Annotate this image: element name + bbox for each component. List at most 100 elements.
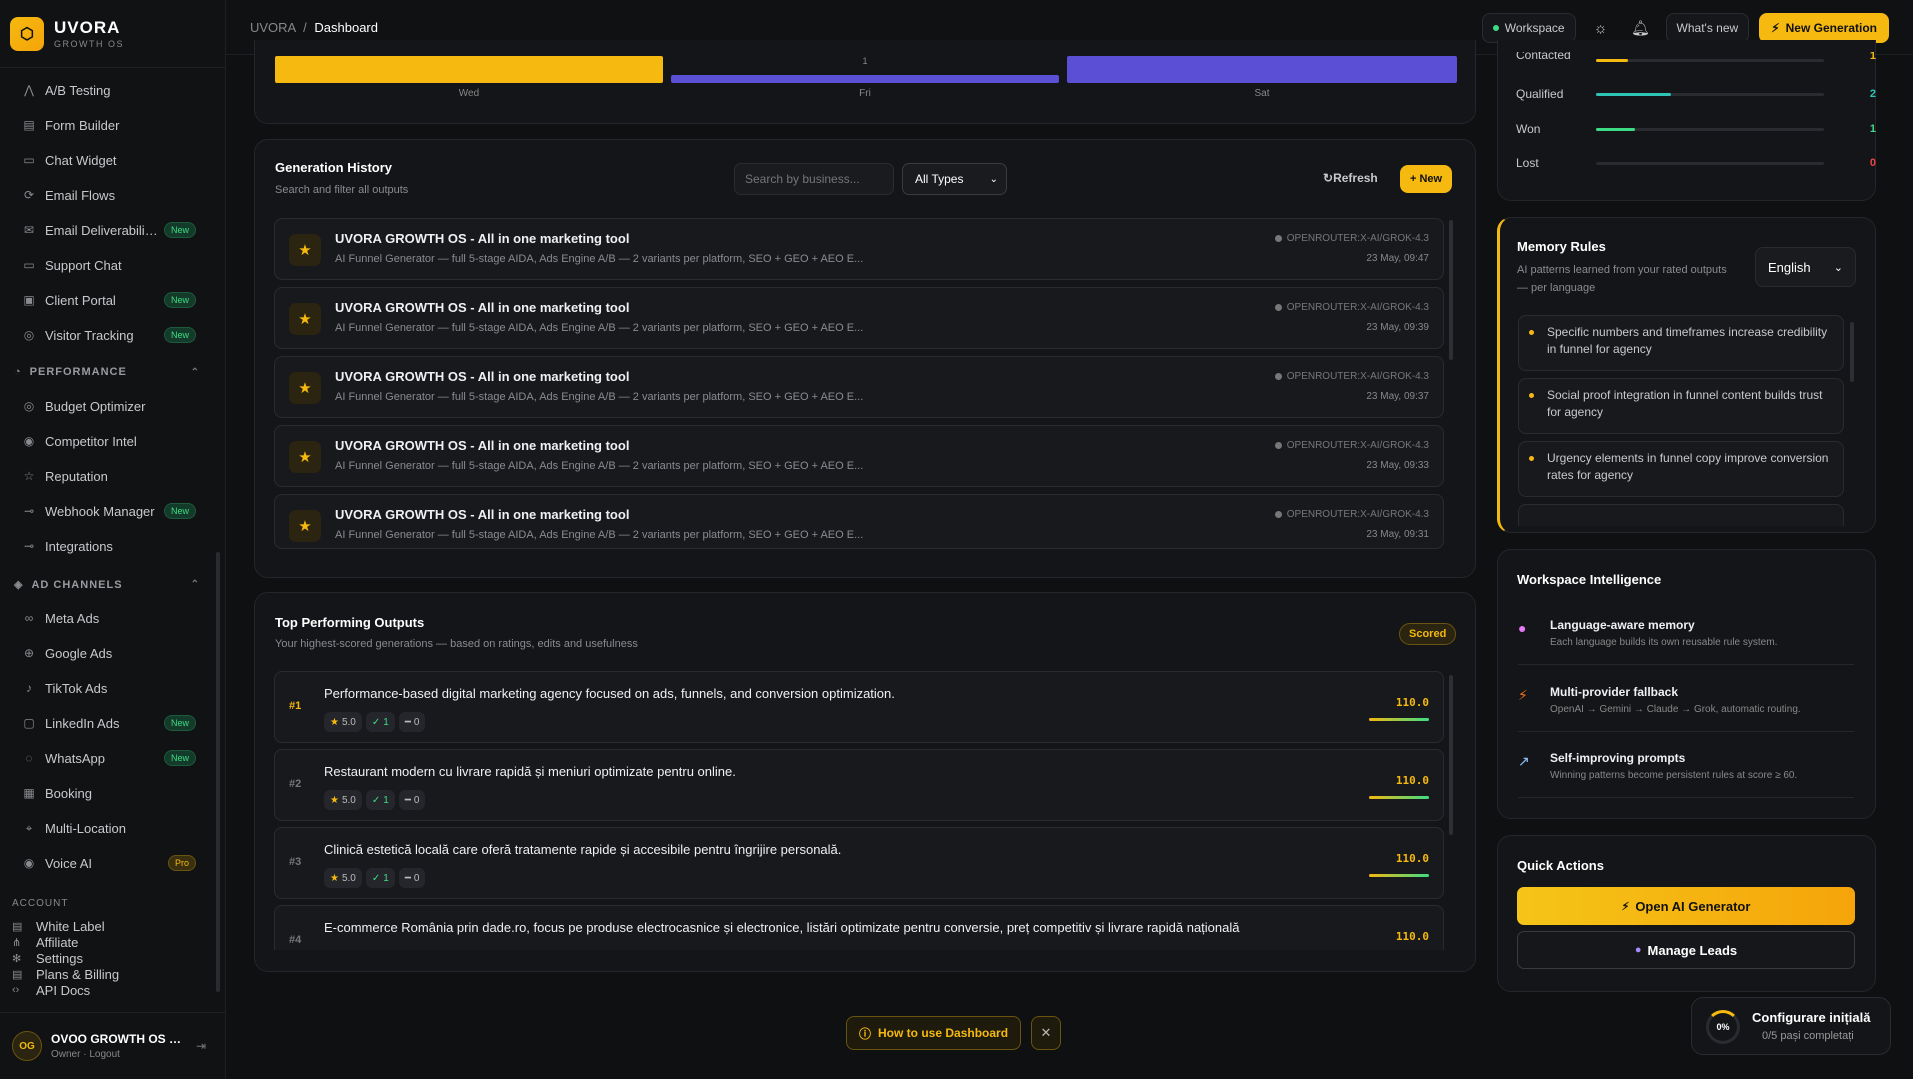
- breadcrumb-root[interactable]: UVORA: [250, 20, 296, 35]
- sidebar-item-voice-ai[interactable]: ◉ Voice AI Pro: [0, 848, 210, 878]
- sidebar-item-ab-testing[interactable]: ⋀ A/B Testing: [0, 75, 210, 105]
- pipeline-label: Lost: [1516, 156, 1539, 170]
- star-icon[interactable]: ★: [289, 372, 321, 404]
- setup-title: Configurare inițială: [1752, 1010, 1871, 1025]
- logout-icon[interactable]: ⇥: [196, 1039, 206, 1053]
- star-icon: ★: [330, 716, 339, 728]
- form-icon: ▤: [23, 118, 35, 132]
- star-icon[interactable]: ★: [289, 234, 321, 266]
- sidebar-item-whatsapp[interactable]: ◌ WhatsApp New: [0, 743, 210, 773]
- user-profile[interactable]: OG OVOO GROWTH OS … Owner · Logout ⇥: [0, 1012, 226, 1079]
- new-button[interactable]: + New: [1400, 165, 1453, 193]
- history-row[interactable]: ★ UVORA GROWTH OS - All in one marketing…: [274, 218, 1444, 280]
- approval-value: 1: [383, 794, 389, 806]
- sidebar-item-integrations[interactable]: ⊸ Integrations: [0, 531, 210, 561]
- ad-channels-section-header[interactable]: ◈ AD CHANNELS ⌃: [14, 578, 200, 592]
- memory-rules-scrollbar[interactable]: [1850, 322, 1854, 382]
- memory-rules-title: Memory Rules: [1517, 239, 1606, 254]
- whats-new-button[interactable]: What's new: [1665, 13, 1750, 43]
- logo-icon: ⬡: [10, 16, 44, 51]
- theme-toggle-icon[interactable]: ☼: [1586, 13, 1616, 43]
- pipeline-value: 1: [1869, 52, 1876, 62]
- star-icon[interactable]: ★: [289, 510, 321, 542]
- pipeline-track: [1596, 161, 1824, 165]
- sidebar-item-affiliate[interactable]: ⋔ Affiliate: [12, 934, 78, 950]
- new-generation-button[interactable]: ⚡︎ New Generation: [1759, 13, 1889, 43]
- open-ai-generator-button[interactable]: ⚡︎ Open AI Generator: [1517, 887, 1855, 925]
- refresh-button[interactable]: ↻Refresh: [1323, 171, 1378, 185]
- language-select[interactable]: English ⌄: [1755, 247, 1856, 287]
- bolt-icon: ⚡︎: [1621, 900, 1630, 913]
- brain-icon: ●: [1518, 620, 1527, 636]
- history-row-date: 23 May, 09:37: [1366, 391, 1429, 402]
- top-output-title: Clinică estetică locală care oferă trata…: [324, 842, 842, 857]
- top-output-row[interactable]: #3 Clinică estetică locală care oferă tr…: [274, 827, 1444, 899]
- history-row[interactable]: ★ UVORA GROWTH OS - All in one marketing…: [274, 356, 1444, 418]
- breadcrumb-separator: /: [303, 19, 307, 35]
- sidebar-scrollbar[interactable]: [216, 552, 220, 992]
- budget-icon: ◎: [23, 399, 35, 413]
- top-outputs-scrollbar[interactable]: [1449, 675, 1453, 835]
- star-icon[interactable]: ★: [289, 303, 321, 335]
- sidebar-item-support-chat[interactable]: ▭ Support Chat: [0, 250, 210, 280]
- close-icon[interactable]: ✕: [1031, 1016, 1061, 1050]
- metric-chips: ★ 5.0 ✓ 1 ━ 0: [324, 790, 426, 810]
- sidebar-item-reputation[interactable]: ☆ Reputation: [0, 461, 210, 491]
- new-badge: New: [163, 503, 196, 519]
- history-row-title: UVORA GROWTH OS - All in one marketing t…: [335, 300, 630, 315]
- sidebar-item-visitor-tracking[interactable]: ◎ Visitor Tracking New: [0, 320, 210, 350]
- history-scrollbar[interactable]: [1449, 220, 1453, 360]
- search-input[interactable]: [734, 163, 894, 195]
- bell-icon[interactable]: 🔔︎: [1626, 13, 1656, 43]
- history-row-date: 23 May, 09:47: [1366, 253, 1429, 264]
- star-icon[interactable]: ★: [289, 441, 321, 473]
- workspace-selector[interactable]: Workspace: [1481, 13, 1576, 43]
- sidebar-item-client-portal[interactable]: ▣ Client Portal New: [0, 285, 210, 315]
- manage-leads-button[interactable]: ● Manage Leads: [1517, 931, 1855, 969]
- top-output-row[interactable]: #4 E-commerce România prin dade.ro, focu…: [274, 905, 1444, 950]
- model-label: OPENROUTER:X-AI/GROK-4.3: [1286, 509, 1429, 520]
- top-output-title: Restaurant modern cu livrare rapidă și m…: [324, 764, 736, 779]
- history-row-title: UVORA GROWTH OS - All in one marketing t…: [335, 369, 630, 384]
- how-to-use-button[interactable]: ⓘ How to use Dashboard: [846, 1016, 1022, 1050]
- history-row[interactable]: ★ UVORA GROWTH OS - All in one marketing…: [274, 287, 1444, 349]
- sidebar-item-email-flows[interactable]: ⟳ Email Flows: [0, 180, 210, 210]
- logo[interactable]: ⬡ UVORA GROWTH OS: [0, 0, 225, 68]
- meta-icon: ∞: [24, 611, 34, 625]
- sidebar-item-form-builder[interactable]: ▤ Form Builder: [0, 110, 210, 140]
- top-output-row[interactable]: #2 Restaurant modern cu livrare rapidă ș…: [274, 749, 1444, 821]
- tiktok-icon: ♪: [26, 681, 32, 695]
- breadcrumb: UVORA / Dashboard: [250, 20, 378, 35]
- score-value: 110.0: [1395, 930, 1429, 943]
- help-label: How to use Dashboard: [878, 1026, 1009, 1040]
- chart-icon: ↗: [1518, 753, 1530, 769]
- wi-item-title: Language-aware memory: [1550, 618, 1695, 632]
- sidebar-item-budget-optimizer[interactable]: ◎ Budget Optimizer: [0, 391, 210, 421]
- sidebar-item-competitor-intel[interactable]: ◉ Competitor Intel: [0, 426, 210, 456]
- sidebar-item-tiktok-ads[interactable]: ♪ TikTok Ads: [0, 673, 210, 703]
- performance-section-header[interactable]: ◔ PERFORMANCE ⌃: [14, 366, 200, 378]
- top-output-row[interactable]: #1 Performance-based digital marketing a…: [274, 671, 1444, 743]
- sidebar-item-email-deliverability[interactable]: ✉ Email Deliverabili… New: [0, 215, 210, 245]
- history-row[interactable]: ★ UVORA GROWTH OS - All in one marketing…: [274, 425, 1444, 487]
- sidebar-item-multi-location[interactable]: ⌖ Multi-Location: [0, 813, 210, 843]
- whatsapp-icon: ◌: [25, 751, 33, 765]
- sidebar-item-plans-billing[interactable]: ▤ Plans & Billing: [12, 966, 119, 982]
- sidebar-item-label: WhatsApp: [45, 750, 105, 766]
- history-row[interactable]: ★ UVORA GROWTH OS - All in one marketing…: [274, 494, 1444, 549]
- sidebar-item-white-label[interactable]: ▤ White Label: [12, 918, 105, 934]
- type-filter-select[interactable]: All Types ⌄: [902, 163, 1007, 195]
- sidebar: ⬡ UVORA GROWTH OS ⋀ A/B Testing ▤ Form Bui…: [0, 0, 226, 1079]
- history-row-desc: AI Funnel Generator — full 5-stage AIDA,…: [335, 253, 864, 265]
- sidebar-item-meta-ads[interactable]: ∞ Meta Ads: [0, 603, 210, 633]
- sidebar-item-webhook-manager[interactable]: ⊸ Webhook Manager New: [0, 496, 210, 526]
- sidebar-item-linkedin-ads[interactable]: ▢ LinkedIn Ads New: [0, 708, 210, 738]
- setup-progress-widget[interactable]: 0% Configurare inițială 0/5 pași complet…: [1691, 997, 1891, 1055]
- sidebar-item-google-ads[interactable]: ⊕ Google Ads: [0, 638, 210, 668]
- approval-chip: ✓ 1: [365, 868, 395, 888]
- sidebar-item-settings[interactable]: ✻ Settings: [12, 950, 83, 966]
- sidebar-item-api-docs[interactable]: ‹› API Docs: [12, 982, 90, 998]
- sidebar-item-chat-widget[interactable]: ▭ Chat Widget: [0, 145, 210, 175]
- sidebar-item-booking[interactable]: ▦ Booking: [0, 778, 210, 808]
- pin-icon: ⌖: [25, 820, 33, 835]
